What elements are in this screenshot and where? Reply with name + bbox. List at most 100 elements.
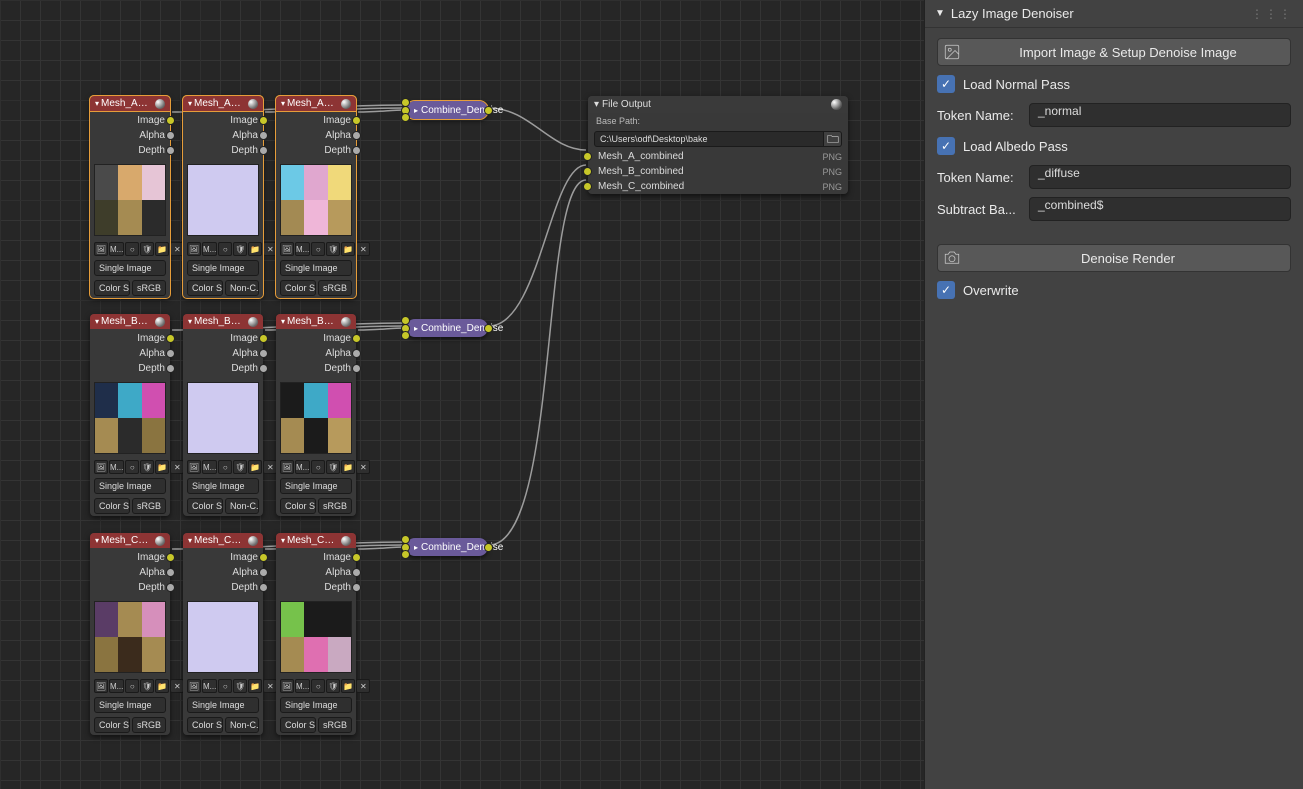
- output-socket[interactable]: [352, 116, 361, 125]
- collapse-icon[interactable]: ▾: [95, 317, 99, 326]
- browse-image-button[interactable]: 🖼: [94, 460, 108, 474]
- panel-header[interactable]: ▼ Lazy Image Denoiser ⋮⋮⋮: [925, 0, 1303, 28]
- source-dropdown[interactable]: Single Image: [187, 697, 259, 713]
- combine-denoise-node[interactable]: ▸Combine_Denoise: [406, 101, 488, 119]
- image-node[interactable]: ▾Mesh_B_normal...ImageAlphaDepth🖼M...○🛡📁…: [183, 314, 263, 516]
- expand-icon[interactable]: ▸: [414, 543, 418, 552]
- source-dropdown[interactable]: Single Image: [280, 260, 352, 276]
- node-header[interactable]: ▾Mesh_A_diffuse.p...: [276, 96, 356, 111]
- output-socket[interactable]: [166, 131, 175, 140]
- image-name-field[interactable]: M...: [202, 242, 217, 256]
- output-socket[interactable]: [166, 568, 175, 577]
- node-header[interactable]: ▾ File Output: [588, 96, 848, 113]
- fake-user-button[interactable]: 🛡: [233, 242, 247, 256]
- users-icon[interactable]: ○: [125, 460, 139, 474]
- output-socket[interactable]: [352, 131, 361, 140]
- input-socket[interactable]: [401, 331, 410, 340]
- open-image-button[interactable]: 📁: [155, 679, 169, 693]
- colorspace-dropdown[interactable]: sRGB: [318, 280, 352, 296]
- collapse-icon[interactable]: ▾: [188, 99, 192, 108]
- output-socket[interactable]: [352, 334, 361, 343]
- users-icon[interactable]: ○: [311, 242, 325, 256]
- load-normal-checkbox[interactable]: ✓: [937, 75, 955, 93]
- image-node[interactable]: ▾Mesh_C_normal...ImageAlphaDepth🖼M...○🛡📁…: [183, 533, 263, 735]
- input-socket[interactable]: [583, 167, 592, 176]
- output-socket[interactable]: [352, 364, 361, 373]
- image-node[interactable]: ▾Mesh_A_combine...ImageAlphaDepth🖼M...○🛡…: [90, 96, 170, 298]
- colorspace-dropdown[interactable]: sRGB: [132, 280, 166, 296]
- image-name-field[interactable]: M...: [295, 679, 310, 693]
- open-image-button[interactable]: 📁: [341, 242, 355, 256]
- image-name-field[interactable]: M...: [202, 679, 217, 693]
- node-file-output[interactable]: ▾ File Output Base Path: C:\Users\odf\De…: [588, 96, 848, 194]
- image-node[interactable]: ▾Mesh_C_diffuse.p...ImageAlphaDepth🖼M...…: [276, 533, 356, 735]
- open-image-button[interactable]: 📁: [155, 242, 169, 256]
- collapse-icon[interactable]: ▾: [281, 99, 285, 108]
- output-socket[interactable]: [166, 334, 175, 343]
- users-icon[interactable]: ○: [218, 242, 232, 256]
- compositor-canvas[interactable]: ▾Mesh_A_combine...ImageAlphaDepth🖼M...○🛡…: [0, 0, 924, 789]
- output-socket[interactable]: [352, 349, 361, 358]
- combine-denoise-node[interactable]: ▸Combine_Denoise: [406, 319, 488, 337]
- colorspace-dropdown[interactable]: Non-C...: [225, 717, 259, 733]
- output-socket[interactable]: [484, 543, 493, 552]
- output-socket[interactable]: [259, 334, 268, 343]
- expand-icon[interactable]: ▸: [414, 324, 418, 333]
- file-output-input[interactable]: Mesh_B_combinedPNG: [588, 164, 848, 179]
- output-socket[interactable]: [259, 349, 268, 358]
- unlink-button[interactable]: ✕: [356, 460, 370, 474]
- denoise-render-button[interactable]: Denoise Render: [937, 244, 1291, 272]
- browse-image-button[interactable]: 🖼: [280, 460, 294, 474]
- image-node[interactable]: ▾Mesh_B_combine...ImageAlphaDepth🖼M...○🛡…: [90, 314, 170, 516]
- open-image-button[interactable]: 📁: [341, 679, 355, 693]
- output-socket[interactable]: [259, 116, 268, 125]
- users-icon[interactable]: ○: [218, 679, 232, 693]
- output-socket[interactable]: [166, 146, 175, 155]
- browse-image-button[interactable]: 🖼: [187, 242, 201, 256]
- open-image-button[interactable]: 📁: [341, 460, 355, 474]
- fake-user-button[interactable]: 🛡: [140, 242, 154, 256]
- image-node[interactable]: ▾Mesh_C_combine...ImageAlphaDepth🖼M...○🛡…: [90, 533, 170, 735]
- import-image-button[interactable]: Import Image & Setup Denoise Image: [937, 38, 1291, 66]
- image-name-field[interactable]: M...: [109, 679, 124, 693]
- source-dropdown[interactable]: Single Image: [94, 260, 166, 276]
- output-socket[interactable]: [352, 553, 361, 562]
- open-image-button[interactable]: 📁: [155, 460, 169, 474]
- input-socket[interactable]: [583, 152, 592, 161]
- output-socket[interactable]: [352, 568, 361, 577]
- browse-folder-button[interactable]: [824, 131, 842, 147]
- browse-image-button[interactable]: 🖼: [280, 679, 294, 693]
- node-header[interactable]: ▾Mesh_A_combine...: [90, 96, 170, 111]
- users-icon[interactable]: ○: [311, 460, 325, 474]
- subtract-token-input[interactable]: _combined$: [1029, 197, 1291, 221]
- drag-grip-icon[interactable]: ⋮⋮⋮: [1251, 7, 1293, 21]
- output-socket[interactable]: [352, 146, 361, 155]
- image-name-field[interactable]: M...: [109, 460, 124, 474]
- image-name-field[interactable]: M...: [109, 242, 124, 256]
- colorspace-dropdown[interactable]: sRGB: [318, 717, 352, 733]
- unlink-button[interactable]: ✕: [356, 242, 370, 256]
- output-socket[interactable]: [259, 568, 268, 577]
- users-icon[interactable]: ○: [125, 679, 139, 693]
- output-socket[interactable]: [259, 553, 268, 562]
- input-socket[interactable]: [583, 182, 592, 191]
- browse-image-button[interactable]: 🖼: [94, 679, 108, 693]
- output-socket[interactable]: [259, 583, 268, 592]
- collapse-icon[interactable]: ▾: [188, 536, 192, 545]
- node-header[interactable]: ▾Mesh_B_normal...: [183, 314, 263, 329]
- overwrite-checkbox[interactable]: ✓: [937, 281, 955, 299]
- output-socket[interactable]: [166, 116, 175, 125]
- node-header[interactable]: ▾Mesh_B_diffuse.p...: [276, 314, 356, 329]
- image-node[interactable]: ▾Mesh_A_normal...ImageAlphaDepth🖼M...○🛡📁…: [183, 96, 263, 298]
- open-image-button[interactable]: 📁: [248, 242, 262, 256]
- colorspace-dropdown[interactable]: Non-C...: [225, 280, 259, 296]
- source-dropdown[interactable]: Single Image: [94, 478, 166, 494]
- expand-icon[interactable]: ▸: [414, 106, 418, 115]
- browse-image-button[interactable]: 🖼: [280, 242, 294, 256]
- file-output-input[interactable]: Mesh_C_combinedPNG: [588, 179, 848, 194]
- colorspace-dropdown[interactable]: sRGB: [132, 717, 166, 733]
- node-header[interactable]: ▾Mesh_C_normal...: [183, 533, 263, 548]
- output-socket[interactable]: [166, 349, 175, 358]
- input-socket[interactable]: [401, 550, 410, 559]
- source-dropdown[interactable]: Single Image: [280, 697, 352, 713]
